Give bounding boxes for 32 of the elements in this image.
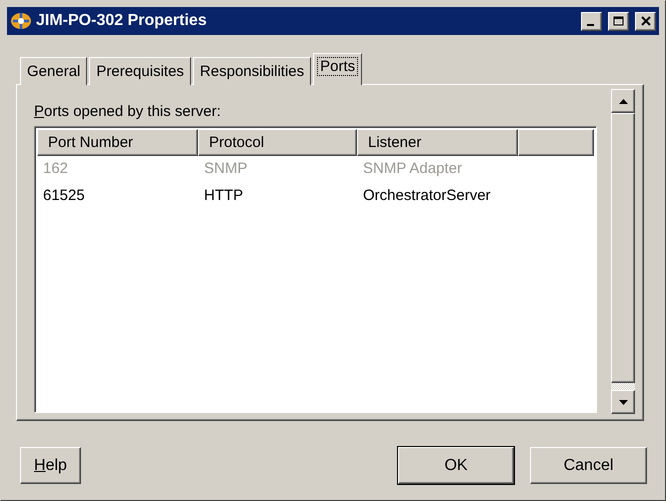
- window-title: JIM-PO-302 Properties: [36, 12, 208, 30]
- tab[interactable]: Prerequisites: [89, 57, 191, 85]
- table-cell-text: SNMP: [203, 160, 248, 177]
- ports-label: Ports opened by this server:: [34, 103, 222, 120]
- table-cell-text: SNMP Adapter: [362, 160, 463, 177]
- column-header[interactable]: Listener: [357, 129, 518, 156]
- column-header[interactable]: [518, 129, 594, 156]
- maximize-button[interactable]: [608, 12, 629, 30]
- scroll-thumb[interactable]: [611, 113, 635, 383]
- tab[interactable]: Responsibilities: [192, 57, 312, 85]
- close-icon: [640, 16, 650, 26]
- column-header[interactable]: Port Number: [37, 129, 198, 156]
- up-arrow-icon: [618, 98, 628, 104]
- dialog-button[interactable]: Help: [20, 447, 81, 484]
- dialog-button[interactable]: OK: [398, 447, 514, 484]
- column-header[interactable]: Protocol: [198, 129, 357, 156]
- app-icon: [10, 12, 32, 30]
- scroll-down-button[interactable]: [611, 390, 635, 414]
- maximize-icon: [613, 16, 624, 26]
- minimize-icon: [587, 24, 594, 26]
- tab[interactable]: General: [20, 57, 88, 85]
- scroll-up-button[interactable]: [611, 89, 635, 113]
- table-cell-text: OrchestratorServer: [362, 187, 492, 204]
- scrollbar[interactable]: [611, 89, 635, 414]
- down-arrow-icon: [618, 400, 628, 404]
- close-button[interactable]: [635, 12, 656, 30]
- tab[interactable]: Ports: [313, 53, 362, 85]
- dialog-button[interactable]: Cancel: [530, 447, 647, 484]
- minimize-button[interactable]: [581, 12, 602, 30]
- table-cell-text: HTTP: [203, 187, 244, 204]
- table-cell-text: 162: [42, 160, 70, 177]
- table-cell-text: 61525: [42, 187, 86, 204]
